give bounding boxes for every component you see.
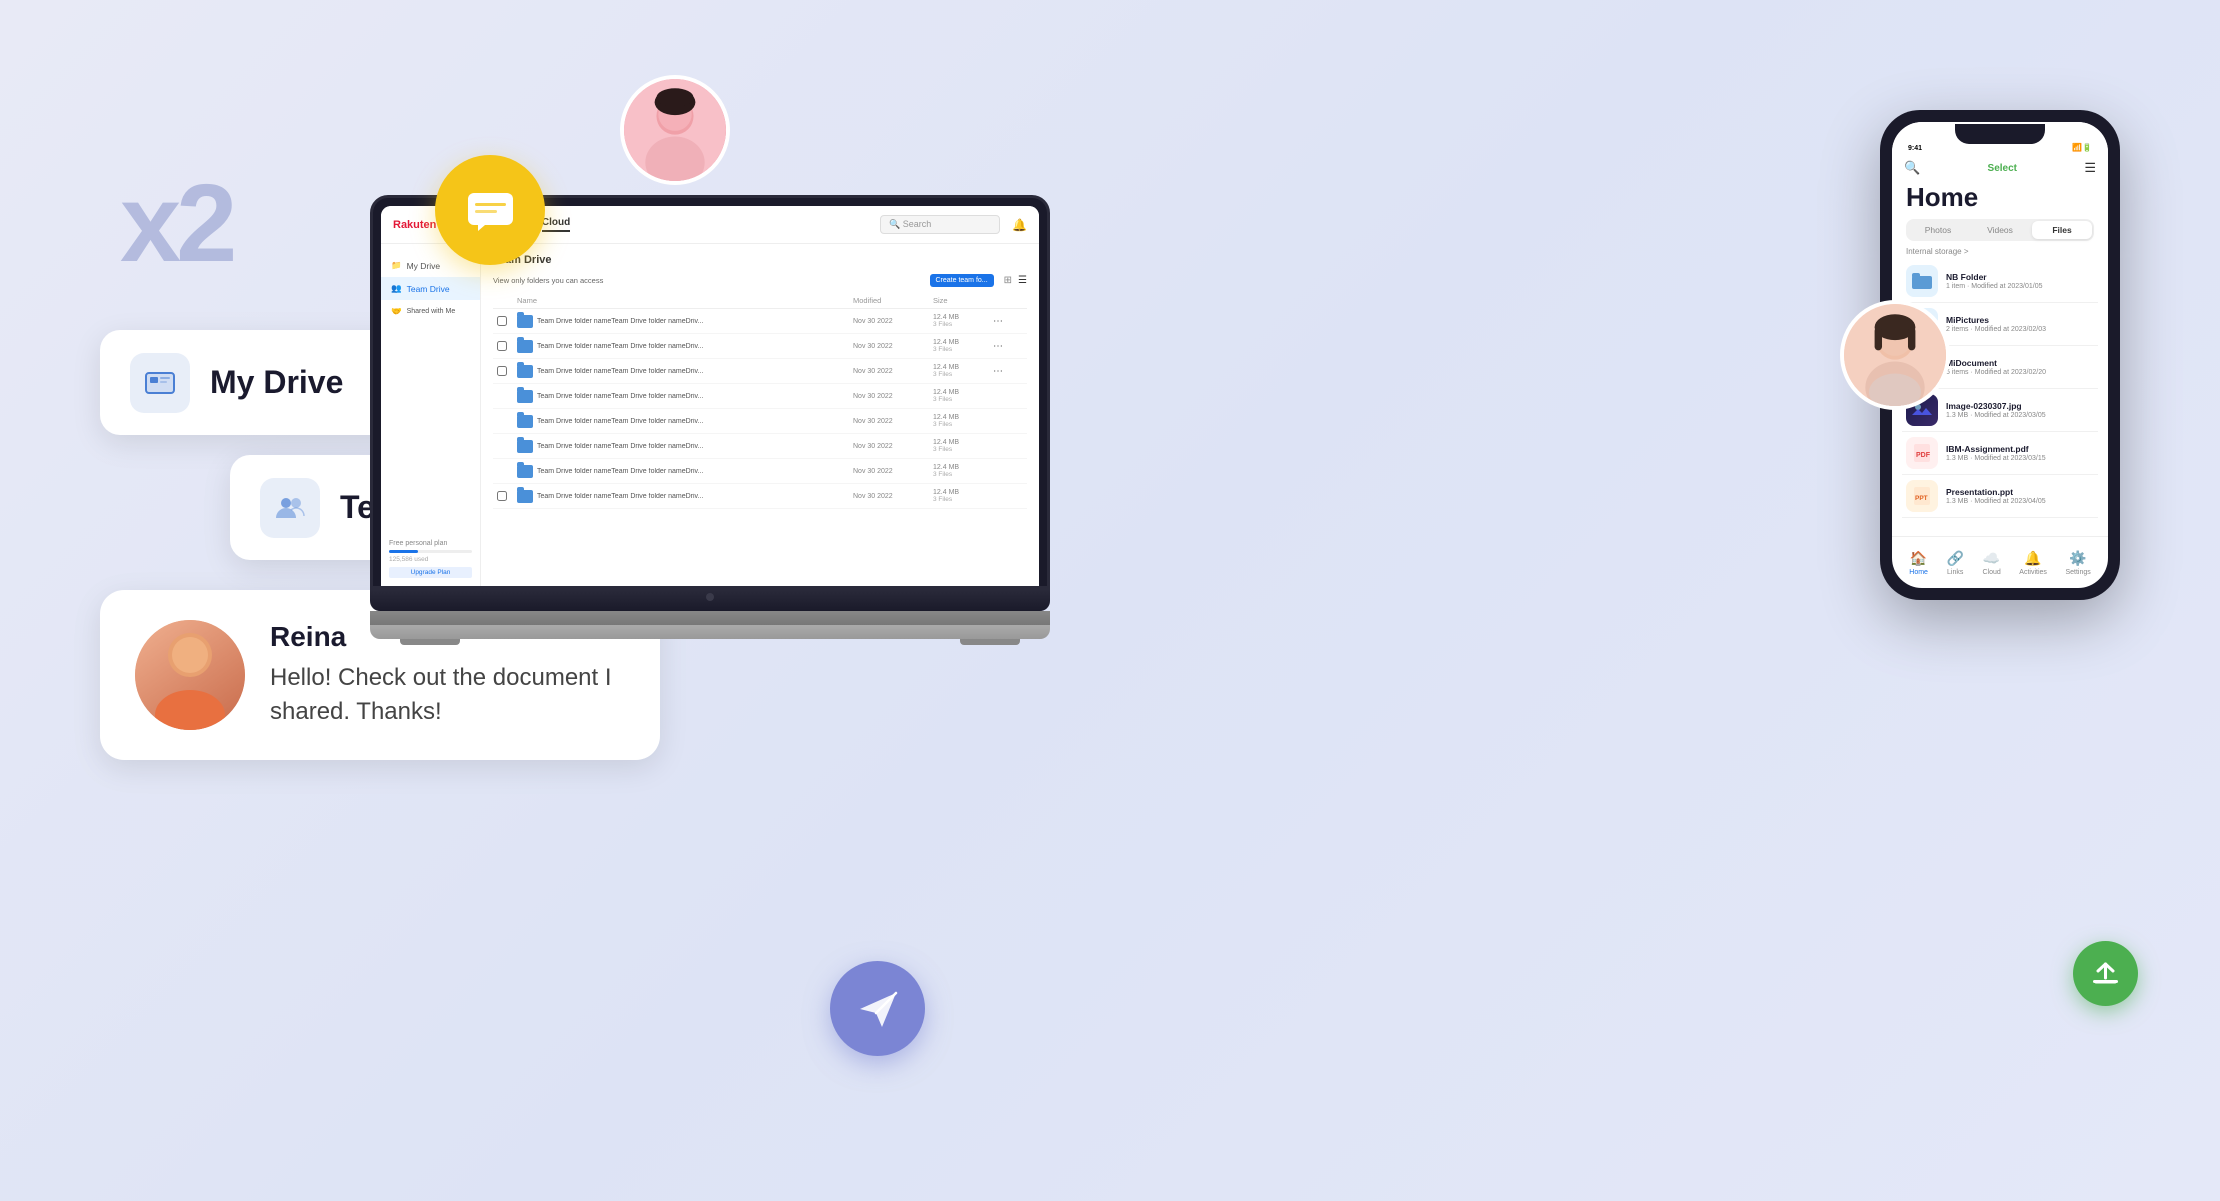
file-meta: 1.3 MB · Modified at 2023/03/05 — [1946, 412, 2094, 419]
phone-tabs: Photos Videos Files — [1906, 219, 2094, 241]
file-meta: 5 items · Modified at 2023/02/20 — [1946, 369, 2094, 376]
table-row[interactable]: Team Drive folder nameTeam Drive folder … — [493, 384, 1027, 409]
phone-file-item[interactable]: PPT Presentation.ppt 1.3 MB · Modified a… — [1902, 475, 2098, 518]
more-icon[interactable]: ⋯ — [993, 341, 1023, 352]
tab-files[interactable]: Files — [2032, 221, 2092, 239]
file-name: MiDocument — [1946, 358, 2094, 368]
main-title: Team Drive — [493, 254, 1027, 266]
file-name: Presentation.ppt — [1946, 487, 2094, 497]
send-bubble — [830, 961, 925, 1056]
folder-icon — [1906, 265, 1938, 297]
phone-menu-icon[interactable]: ☰ — [2084, 160, 2096, 176]
nav-activities[interactable]: 🔔 Activities — [2019, 550, 2047, 576]
sidebar-item-teamdrive[interactable]: 👥 Team Drive — [381, 277, 480, 300]
file-info: Presentation.ppt 1.3 MB · Modified at 20… — [1946, 487, 2094, 505]
table-row[interactable]: Team Drive folder nameTeam Drive folder … — [493, 484, 1027, 509]
nav-links[interactable]: 🔗 Links — [1946, 550, 1963, 576]
phone-top-bar: 🔍 Select ☰ — [1892, 156, 2108, 180]
folder-icon — [517, 365, 533, 378]
folder-icon — [517, 315, 533, 328]
laptop-chin — [370, 589, 1050, 611]
phone-file-item[interactable]: NB Folder 1 item · Modified at 2023/01/0… — [1902, 260, 2098, 303]
phone-select-btn[interactable]: Select — [1988, 163, 2017, 174]
row-checkbox[interactable] — [497, 366, 507, 376]
nav-cloud[interactable]: Cloud — [542, 217, 570, 232]
folder-icon — [517, 390, 533, 403]
message-icon-bubble — [435, 155, 545, 265]
phone-search-icon[interactable]: 🔍 — [1904, 160, 1920, 176]
folder-icon — [517, 340, 533, 353]
file-info: Image-0230307.jpg 1.3 MB · Modified at 2… — [1946, 401, 2094, 419]
table-row[interactable]: Team Drive folder nameTeam Drive folder … — [493, 334, 1027, 359]
file-info: IBM-Assignment.pdf 1.3 MB · Modified at … — [1946, 444, 2094, 462]
file-info: NB Folder 1 item · Modified at 2023/01/0… — [1946, 272, 2094, 290]
my-drive-label: My Drive — [210, 364, 343, 401]
nav-cloud[interactable]: ☁️ Cloud — [1982, 550, 2000, 576]
tab-videos[interactable]: Videos — [1970, 221, 2030, 239]
laptop-feet — [370, 639, 1050, 645]
svg-text:PDF: PDF — [1916, 452, 1931, 459]
more-icon[interactable]: ⋯ — [993, 366, 1023, 377]
folder-icon — [517, 440, 533, 453]
chat-message: Hello! Check out the document I shared. … — [270, 661, 625, 728]
app-search-box[interactable]: 🔍 Search — [880, 215, 1000, 234]
laptop-hinge — [370, 611, 1050, 625]
main-toolbar: View only folders you can access Create … — [493, 274, 1027, 287]
row-checkbox[interactable] — [497, 491, 507, 501]
file-meta: 1.3 MB · Modified at 2023/03/15 — [1946, 455, 2094, 462]
create-team-btn[interactable]: Create team fo... — [930, 274, 994, 287]
upload-fab[interactable] — [2073, 941, 2138, 1006]
table-row[interactable]: Team Drive folder nameTeam Drive folder … — [493, 409, 1027, 434]
file-name: Image-0230307.jpg — [1946, 401, 2094, 411]
row-checkbox[interactable] — [497, 316, 507, 326]
laptop: Rakuten Drive Transfer Cloud 🔍 Search 🔔 … — [370, 195, 1050, 645]
view-filter-label: View only folders you can access — [493, 276, 603, 285]
app-sidebar: 📁 My Drive 👥 Team Drive 🤝 Shared with Me — [381, 244, 481, 586]
team-drive-icon — [260, 478, 320, 538]
laptop-base — [370, 625, 1050, 639]
table-row[interactable]: Team Drive folder nameTeam Drive folder … — [493, 459, 1027, 484]
grid-view-icon[interactable]: ⊞ — [1004, 275, 1012, 286]
table-row[interactable]: Team Drive folder nameTeam Drive folder … — [493, 359, 1027, 384]
more-icon[interactable]: ⋯ — [993, 316, 1023, 327]
pdf-icon: PDF — [1906, 437, 1938, 469]
svg-text:PPT: PPT — [1915, 495, 1928, 502]
nav-home[interactable]: 🏠 Home — [1909, 550, 1928, 576]
nav-settings[interactable]: ⚙️ Settings — [2065, 550, 2090, 576]
folder-icon — [517, 490, 533, 503]
notification-icon[interactable]: 🔔 — [1012, 218, 1027, 232]
phone-file-item[interactable]: PDF IBM-Assignment.pdf 1.3 MB · Modified… — [1902, 432, 2098, 475]
list-view-icon[interactable]: ☰ — [1018, 275, 1027, 286]
app-body: 📁 My Drive 👥 Team Drive 🤝 Shared with Me — [381, 244, 1039, 586]
sidebar-item-shared[interactable]: 🤝 Shared with Me — [381, 300, 480, 323]
phone-bottom-nav: 🏠 Home 🔗 Links ☁️ Cloud 🔔 Activities ⚙️ — [1892, 536, 2108, 588]
table-header: Name Modified Size — [493, 293, 1027, 309]
file-name: IBM-Assignment.pdf — [1946, 444, 2094, 454]
row-checkbox[interactable] — [497, 341, 507, 351]
table-row[interactable]: Team Drive folder nameTeam Drive folder … — [493, 434, 1027, 459]
avatar-right — [1840, 300, 1950, 410]
tab-photos[interactable]: Photos — [1908, 221, 1968, 239]
chat-avatar — [135, 620, 245, 730]
folder-icon — [517, 465, 533, 478]
app-main: Team Drive View only folders you can acc… — [481, 244, 1039, 586]
ppt-icon: PPT — [1906, 480, 1938, 512]
phone-breadcrumb[interactable]: Internal storage > — [1892, 247, 2108, 260]
upgrade-btn[interactable]: Upgrade Plan — [389, 567, 472, 578]
file-meta: 1 item · Modified at 2023/01/05 — [1946, 283, 2094, 290]
file-meta: 2 items · Modified at 2023/02/03 — [1946, 326, 2094, 333]
phone-title: Home — [1892, 180, 2108, 219]
folder-icon — [517, 415, 533, 428]
file-info: MiDocument 5 items · Modified at 2023/02… — [1946, 358, 2094, 376]
file-meta: 1.3 MB · Modified at 2023/04/05 — [1946, 498, 2094, 505]
file-name: MiPictures — [1946, 315, 2094, 325]
table-row[interactable]: Team Drive folder nameTeam Drive folder … — [493, 309, 1027, 334]
file-info: MiPictures 2 items · Modified at 2023/02… — [1946, 315, 2094, 333]
storage-info: Free personal plan 125,586 used Upgrade … — [389, 540, 472, 578]
phone-notch — [1955, 124, 2045, 144]
avatar-top — [620, 75, 730, 185]
my-drive-icon — [130, 353, 190, 413]
file-name: NB Folder — [1946, 272, 2094, 282]
x2-label: x2 — [120, 160, 232, 287]
